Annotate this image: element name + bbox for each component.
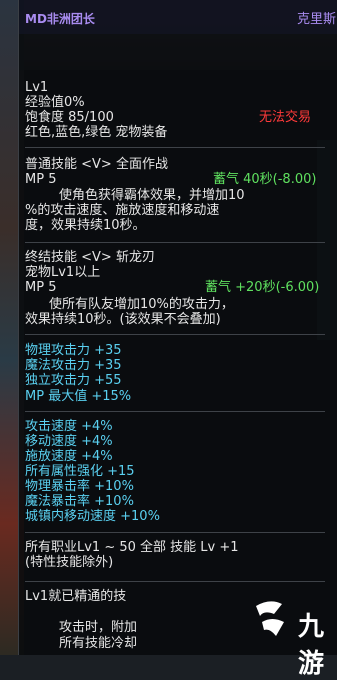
item-tooltip: MD非洲团长 克里斯 Lv1 经验值0% 饱食度 85/100 红色,蓝色,绿色… (18, 0, 337, 655)
passive-line: Lv1就已精通的技 (25, 589, 127, 604)
stat-line: 移动速度 +4% (25, 434, 113, 449)
item-level: Lv1 (25, 80, 49, 95)
stat-line: 所有属性强化 +15 (25, 464, 135, 479)
trade-status: 无法交易 (259, 110, 312, 125)
skill2-desc-line: 效果持续10秒。(该效果不会叠加) (25, 312, 221, 327)
stat-line: 施放速度 +4% (25, 449, 113, 464)
stat-line: 攻击速度 +4% (25, 419, 113, 434)
skill1-desc-line: 使角色获得霸体效果，并增加10 (59, 188, 245, 203)
divider (25, 242, 325, 243)
stat-line: 物理攻击力 +35 (25, 343, 122, 358)
divider (25, 147, 325, 148)
skill2-mp: MP 5 (25, 280, 57, 295)
character-name: 克里斯 (296, 12, 336, 27)
skill-bonus-line: 所有职业Lv1 ~ 50 全部 技能 Lv +1 (25, 540, 239, 555)
skill2-charge: 蓄气 +20秒(-6.00) (205, 280, 320, 295)
stat-line: 独立攻击力 +55 (25, 373, 122, 388)
skill1-mp: MP 5 (25, 172, 57, 187)
stat-line: 城镇内移动速度 +10% (25, 509, 160, 524)
skill2-desc-line: 使所有队友增加10%的攻击力， (49, 297, 234, 312)
stat-line: MP 最大值 +15% (25, 389, 132, 404)
item-slots: 红色,蓝色,绿色 宠物装备 (25, 125, 168, 140)
divider (25, 581, 325, 582)
skill-bonus-note: (特性技能除外) (25, 555, 114, 570)
skill1-desc-line: 度，效果持续10秒。 (25, 218, 146, 233)
divider (25, 532, 325, 533)
stat-line: 魔法攻击力 +35 (25, 358, 122, 373)
stat-line: 魔法暴击率 +10% (25, 494, 134, 509)
item-exp: 经验值0% (25, 95, 85, 110)
item-satiety: 饱食度 85/100 (25, 110, 114, 125)
passive-line: 所有技能冷却 (59, 636, 138, 651)
stat-line: 物理暴击率 +10% (25, 479, 134, 494)
passive-line: 攻击时，附加 (59, 620, 138, 635)
skill1-title: 普通技能 <V> 全面作战 (25, 157, 168, 172)
item-name: MD非洲团长 (25, 12, 95, 26)
skill2-requirement: 宠物Lv1以上 (25, 265, 101, 280)
watermark-text: 九游 (298, 612, 325, 679)
divider (25, 411, 325, 412)
divider (25, 334, 325, 335)
skill1-charge: 蓄气 40秒(-8.00) (213, 172, 317, 187)
skill2-title: 终结技能 <V> 斩龙刃 (25, 250, 155, 265)
jiuyou-logo-icon (256, 601, 284, 636)
skill1-desc-line: %的攻击速度、施放速度和移动速 (25, 203, 220, 218)
